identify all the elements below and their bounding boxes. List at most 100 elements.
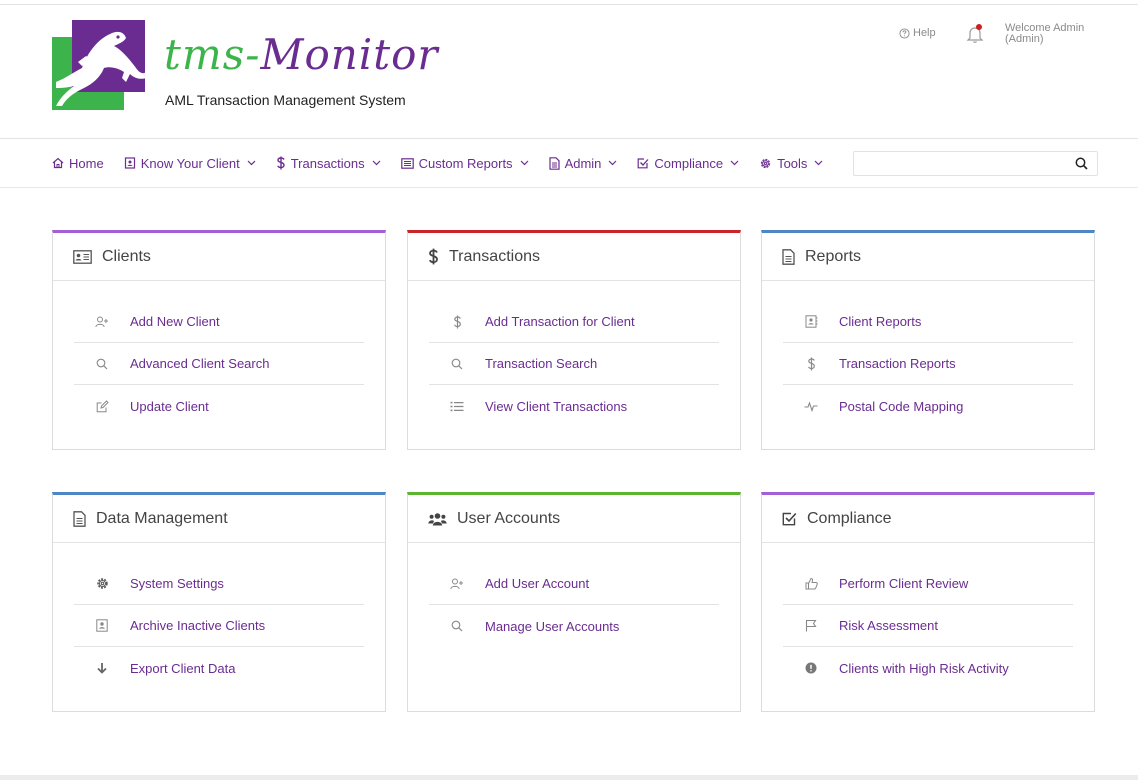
user-accounts-card: User Accounts Add User Account Manage Us… xyxy=(407,492,741,712)
archive-inactive-clients-link[interactable]: Archive Inactive Clients xyxy=(74,605,364,647)
document-icon xyxy=(548,156,560,170)
nav-home[interactable]: Home xyxy=(52,156,104,171)
nav-compliance[interactable]: Compliance xyxy=(637,156,739,171)
checkbox-icon xyxy=(638,158,649,169)
clients-card-header: Clients xyxy=(53,233,385,281)
clients-card-title: Clients xyxy=(102,247,151,265)
add-user-account-link[interactable]: Add User Account xyxy=(429,563,719,605)
manage-user-accounts-link[interactable]: Manage User Accounts xyxy=(429,605,719,647)
transactions-card-body: Add Transaction for Client Transaction S… xyxy=(408,281,740,427)
id-card-icon xyxy=(124,157,135,169)
reports-card: Reports Client Reports Transaction Repor… xyxy=(761,230,1095,450)
user-accounts-card-title: User Accounts xyxy=(457,509,561,527)
transactions-card-header: Transactions xyxy=(408,233,740,281)
add-transaction-for-client-label: Add Transaction for Client xyxy=(485,314,635,329)
welcome-user[interactable]: Welcome Admin (Admin) xyxy=(1005,23,1105,45)
question-circle-icon xyxy=(899,27,910,39)
archive-inactive-clients-label: Archive Inactive Clients xyxy=(130,618,266,633)
postal-code-mapping-link[interactable]: Postal Code Mapping xyxy=(783,385,1073,427)
chevron-down-icon xyxy=(520,160,528,166)
clients-with-high-risk-activity-link[interactable]: Clients with High Risk Activity xyxy=(783,647,1073,689)
transaction-reports-label: Transaction Reports xyxy=(839,356,956,371)
dollar-icon xyxy=(276,156,285,170)
bottom-border xyxy=(0,775,1138,780)
home-icon xyxy=(52,157,64,169)
system-settings-label: System Settings xyxy=(130,576,224,591)
data-management-card: Data Management System Settings Archive … xyxy=(52,492,386,712)
view-client-transactions-link[interactable]: View Client Transactions xyxy=(429,385,719,427)
dollar-icon xyxy=(428,248,438,265)
search-icon[interactable] xyxy=(1075,157,1088,170)
reports-card-body: Client Reports Transaction Reports Posta… xyxy=(762,281,1094,427)
perform-client-review-label: Perform Client Review xyxy=(839,576,969,591)
flag-icon xyxy=(805,619,817,632)
update-client-label: Update Client xyxy=(130,398,209,414)
user-plus-icon xyxy=(95,316,108,327)
users-icon xyxy=(428,512,447,525)
welcome-role: (Admin) xyxy=(1005,33,1044,45)
user-accounts-card-body: Add User Account Manage User Accounts xyxy=(408,543,740,647)
add-user-account-label: Add User Account xyxy=(485,576,590,591)
nav-admin[interactable]: Admin xyxy=(548,155,618,171)
transaction-search-link[interactable]: Transaction Search xyxy=(429,343,719,385)
brand-logo[interactable]: tms-Monitor AML Transaction Management S… xyxy=(52,20,437,115)
data-management-card-body: System Settings Archive Inactive Clients… xyxy=(53,543,385,689)
system-settings-link[interactable]: System Settings xyxy=(74,563,364,605)
add-transaction-for-client-link[interactable]: Add Transaction for Client xyxy=(429,301,719,343)
nav-admin-label: Admin xyxy=(564,155,602,171)
clients-with-high-risk-activity-label: Clients with High Risk Activity xyxy=(839,660,1009,676)
postal-code-mapping-label: Postal Code Mapping xyxy=(839,398,964,414)
view-client-transactions-label: View Client Transactions xyxy=(485,398,628,414)
nav-tools[interactable]: Tools xyxy=(759,156,823,171)
compliance-card: Compliance Perform Client Review Risk As… xyxy=(761,492,1095,712)
add-new-client-link[interactable]: Add New Client xyxy=(74,301,364,343)
chevron-down-icon xyxy=(372,160,381,166)
reports-card-header: Reports xyxy=(762,233,1094,281)
edit-icon xyxy=(96,399,109,412)
update-client-link[interactable]: Update Client xyxy=(74,385,364,427)
contact-icon xyxy=(96,619,108,632)
notifications-button[interactable] xyxy=(966,23,984,45)
client-reports-link[interactable]: Client Reports xyxy=(783,301,1073,343)
chevron-down-icon xyxy=(608,160,617,166)
export-client-data-label: Export Client Data xyxy=(130,660,236,676)
compliance-card-header: Compliance xyxy=(762,495,1094,543)
nav-custom-reports[interactable]: Custom Reports xyxy=(400,155,529,171)
manage-user-accounts-label: Manage User Accounts xyxy=(485,618,620,634)
user-accounts-card-header: User Accounts xyxy=(408,495,740,543)
advanced-client-search-link[interactable]: Advanced Client Search xyxy=(74,343,364,385)
search-icon xyxy=(96,358,108,369)
export-client-data-link[interactable]: Export Client Data xyxy=(74,647,364,689)
data-management-card-title: Data Management xyxy=(96,509,228,527)
contact-book-icon xyxy=(805,315,817,328)
main-nav: Home Know Your Client Transactions Custo… xyxy=(52,139,843,187)
transaction-search-label: Transaction Search xyxy=(485,356,598,371)
nav-transactions[interactable]: Transactions xyxy=(276,156,381,171)
arrow-down-icon xyxy=(97,663,107,674)
nav-know-your-client[interactable]: Know Your Client xyxy=(124,156,256,171)
risk-assessment-link[interactable]: Risk Assessment xyxy=(783,605,1073,647)
transactions-card: Transactions Add Transaction for Client … xyxy=(407,230,741,450)
perform-client-review-link[interactable]: Perform Client Review xyxy=(783,563,1073,605)
document-icon xyxy=(73,510,86,527)
clients-card: Clients Add New Client Advanced Client S… xyxy=(52,230,386,450)
transaction-reports-link[interactable]: Transaction Reports xyxy=(783,343,1073,385)
search-input[interactable] xyxy=(860,155,1060,173)
help-link[interactable]: Help xyxy=(899,27,936,39)
add-new-client-label: Add New Client xyxy=(130,314,220,329)
nav-compliance-label: Compliance xyxy=(654,155,724,171)
chevron-down-icon xyxy=(730,160,739,166)
client-reports-label: Client Reports xyxy=(839,314,922,329)
nav-custom-reports-label: Custom Reports xyxy=(418,155,513,171)
chevron-down-icon xyxy=(247,160,256,166)
document-icon xyxy=(782,248,795,265)
reports-card-title: Reports xyxy=(805,247,862,265)
dollar-icon xyxy=(453,315,461,328)
list-icon xyxy=(450,401,464,411)
address-card-icon xyxy=(73,249,92,264)
transactions-card-title: Transactions xyxy=(449,247,540,265)
search-box xyxy=(853,151,1098,176)
advanced-client-search-label: Advanced Client Search xyxy=(130,356,270,371)
exclamation-circle-icon xyxy=(805,662,817,674)
compliance-card-body: Perform Client Review Risk Assessment Cl… xyxy=(762,543,1094,689)
